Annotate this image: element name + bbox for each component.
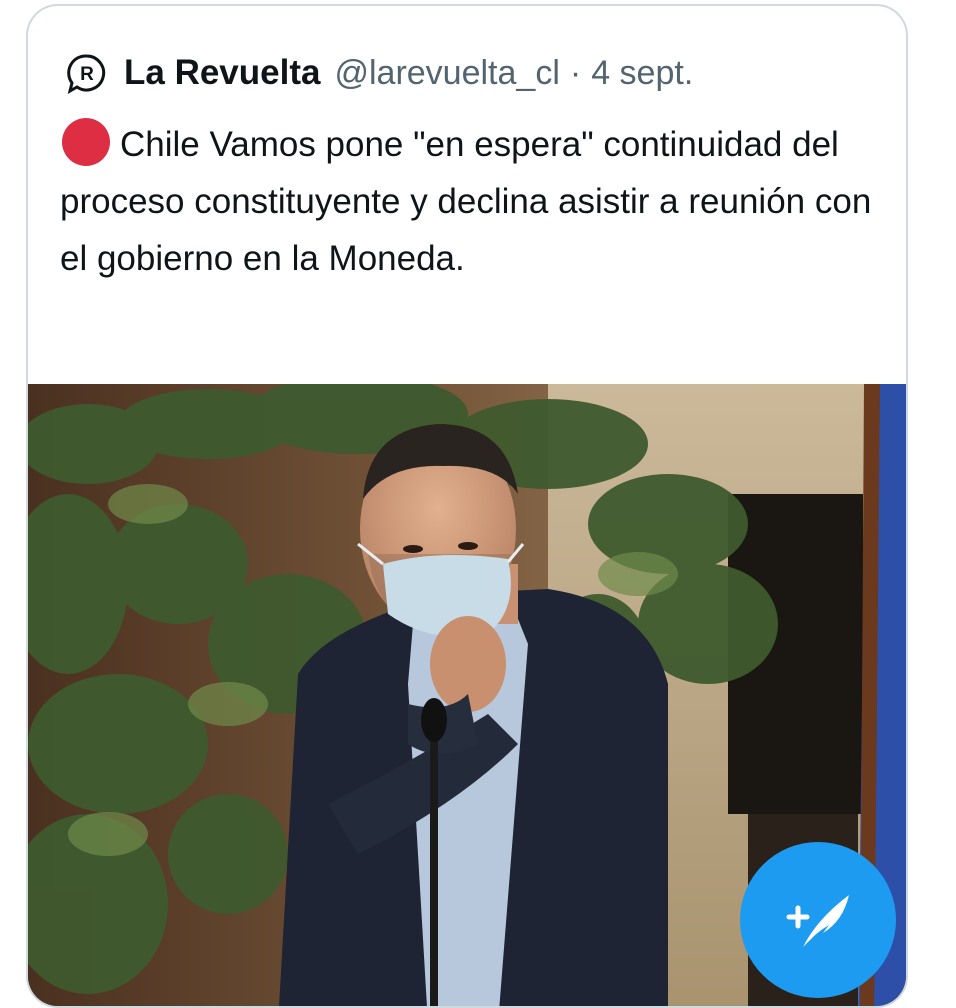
svg-text:R: R <box>80 64 94 85</box>
tweet-header: R La Revuelta @larevuelta_cl · 4 sept. <box>66 50 693 96</box>
compose-tweet-button[interactable] <box>740 842 896 998</box>
author-name[interactable]: La Revuelta <box>124 53 320 93</box>
header-separator: · <box>569 53 582 92</box>
compose-tweet-icon <box>786 895 849 947</box>
red-circle-icon <box>62 118 110 166</box>
tweet-text-container: Chile Vamos pone "en espera" continuidad… <box>60 116 890 287</box>
tweet-date[interactable]: 4 sept. <box>591 54 693 93</box>
tweet-text: Chile Vamos pone "en espera" continuidad… <box>60 125 872 278</box>
author-handle[interactable]: @larevuelta_cl <box>334 54 559 93</box>
revuelta-logo-icon[interactable]: R <box>66 52 108 94</box>
